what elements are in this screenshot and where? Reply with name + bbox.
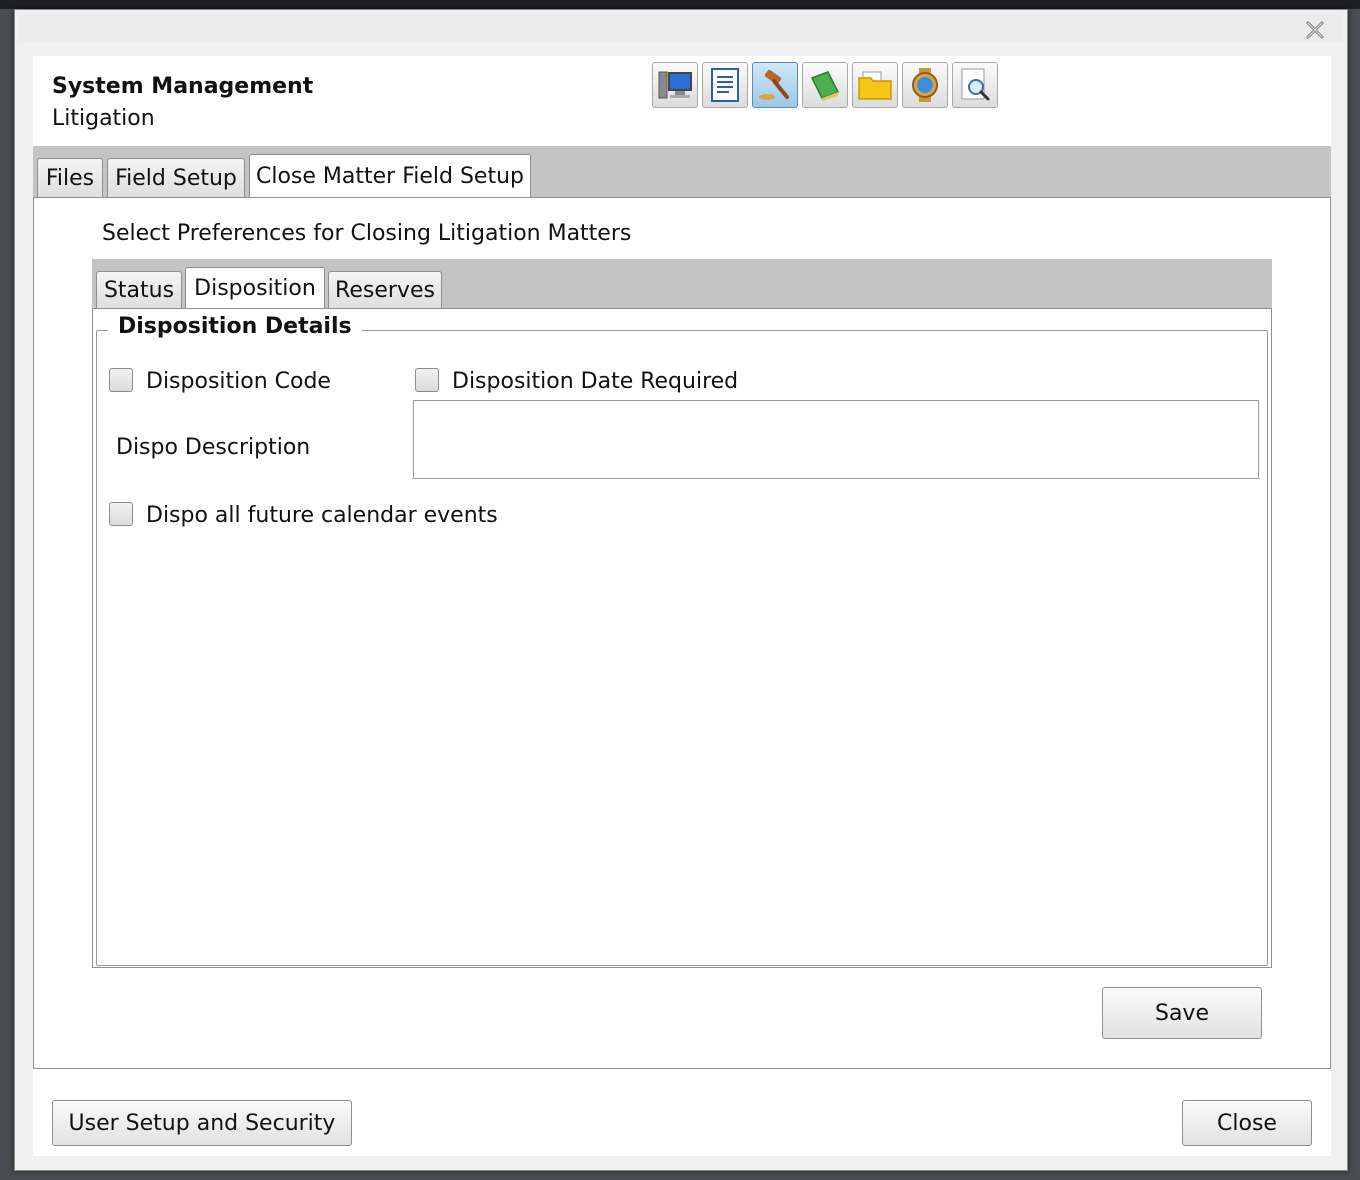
close-icon[interactable] bbox=[1305, 20, 1325, 40]
book-icon bbox=[810, 71, 840, 101]
page-subtitle: Litigation bbox=[52, 106, 155, 131]
main-tab-strip: Files Field Setup Close Matter Field Set… bbox=[33, 146, 1331, 198]
system-management-dialog: System Management Litigation Files Field… bbox=[14, 9, 1348, 1171]
dialog-titlebar bbox=[19, 14, 1343, 42]
disposition-date-required-label: Disposition Date Required bbox=[452, 369, 739, 394]
folder-icon bbox=[858, 71, 892, 100]
background-app-top bbox=[0, 0, 1360, 9]
dispo-description-input[interactable] bbox=[413, 400, 1259, 479]
tab-status[interactable]: Status bbox=[96, 271, 182, 309]
toolbar-watch-button[interactable] bbox=[902, 62, 948, 108]
toolbar-document-button[interactable] bbox=[702, 62, 748, 108]
close-button[interactable]: Close bbox=[1182, 1100, 1312, 1146]
toolbar-litigation-button[interactable] bbox=[752, 62, 798, 108]
toolbar-search-button[interactable] bbox=[952, 62, 998, 108]
gavel-icon bbox=[759, 69, 789, 100]
dispo-description-label: Dispo Description bbox=[116, 435, 311, 460]
search-document-icon bbox=[961, 68, 990, 101]
disposition-code-checkbox[interactable] bbox=[109, 368, 133, 392]
toolbar-book-button[interactable] bbox=[802, 62, 848, 108]
disposition-date-required-checkbox[interactable] bbox=[415, 368, 439, 392]
preferences-heading: Select Preferences for Closing Litigatio… bbox=[102, 221, 632, 246]
tab-field-setup[interactable]: Field Setup bbox=[107, 158, 245, 198]
toolbar-folder-button[interactable] bbox=[852, 62, 898, 108]
dispo-future-events-label: Dispo all future calendar events bbox=[146, 503, 498, 528]
dispo-future-events-checkbox[interactable] bbox=[109, 502, 133, 526]
document-icon bbox=[711, 68, 739, 102]
page-title: System Management bbox=[52, 74, 314, 99]
save-button[interactable]: Save bbox=[1102, 987, 1262, 1039]
dialog-content: System Management Litigation Files Field… bbox=[33, 56, 1331, 1156]
sub-tab-strip: Status Disposition Reserves bbox=[92, 259, 1272, 309]
toolbar-computer-button[interactable] bbox=[652, 62, 698, 108]
disposition-details-legend: Disposition Details bbox=[108, 314, 362, 339]
disposition-code-label: Disposition Code bbox=[146, 369, 331, 394]
watch-icon bbox=[912, 68, 938, 102]
tab-files[interactable]: Files bbox=[37, 158, 103, 198]
tab-reserves[interactable]: Reserves bbox=[328, 271, 442, 309]
tab-close-matter-field-setup[interactable]: Close Matter Field Setup bbox=[249, 154, 531, 198]
computer-icon bbox=[658, 71, 692, 99]
user-setup-security-button[interactable]: User Setup and Security bbox=[52, 1100, 352, 1146]
module-toolbar bbox=[652, 62, 998, 108]
tab-disposition[interactable]: Disposition bbox=[185, 267, 325, 309]
